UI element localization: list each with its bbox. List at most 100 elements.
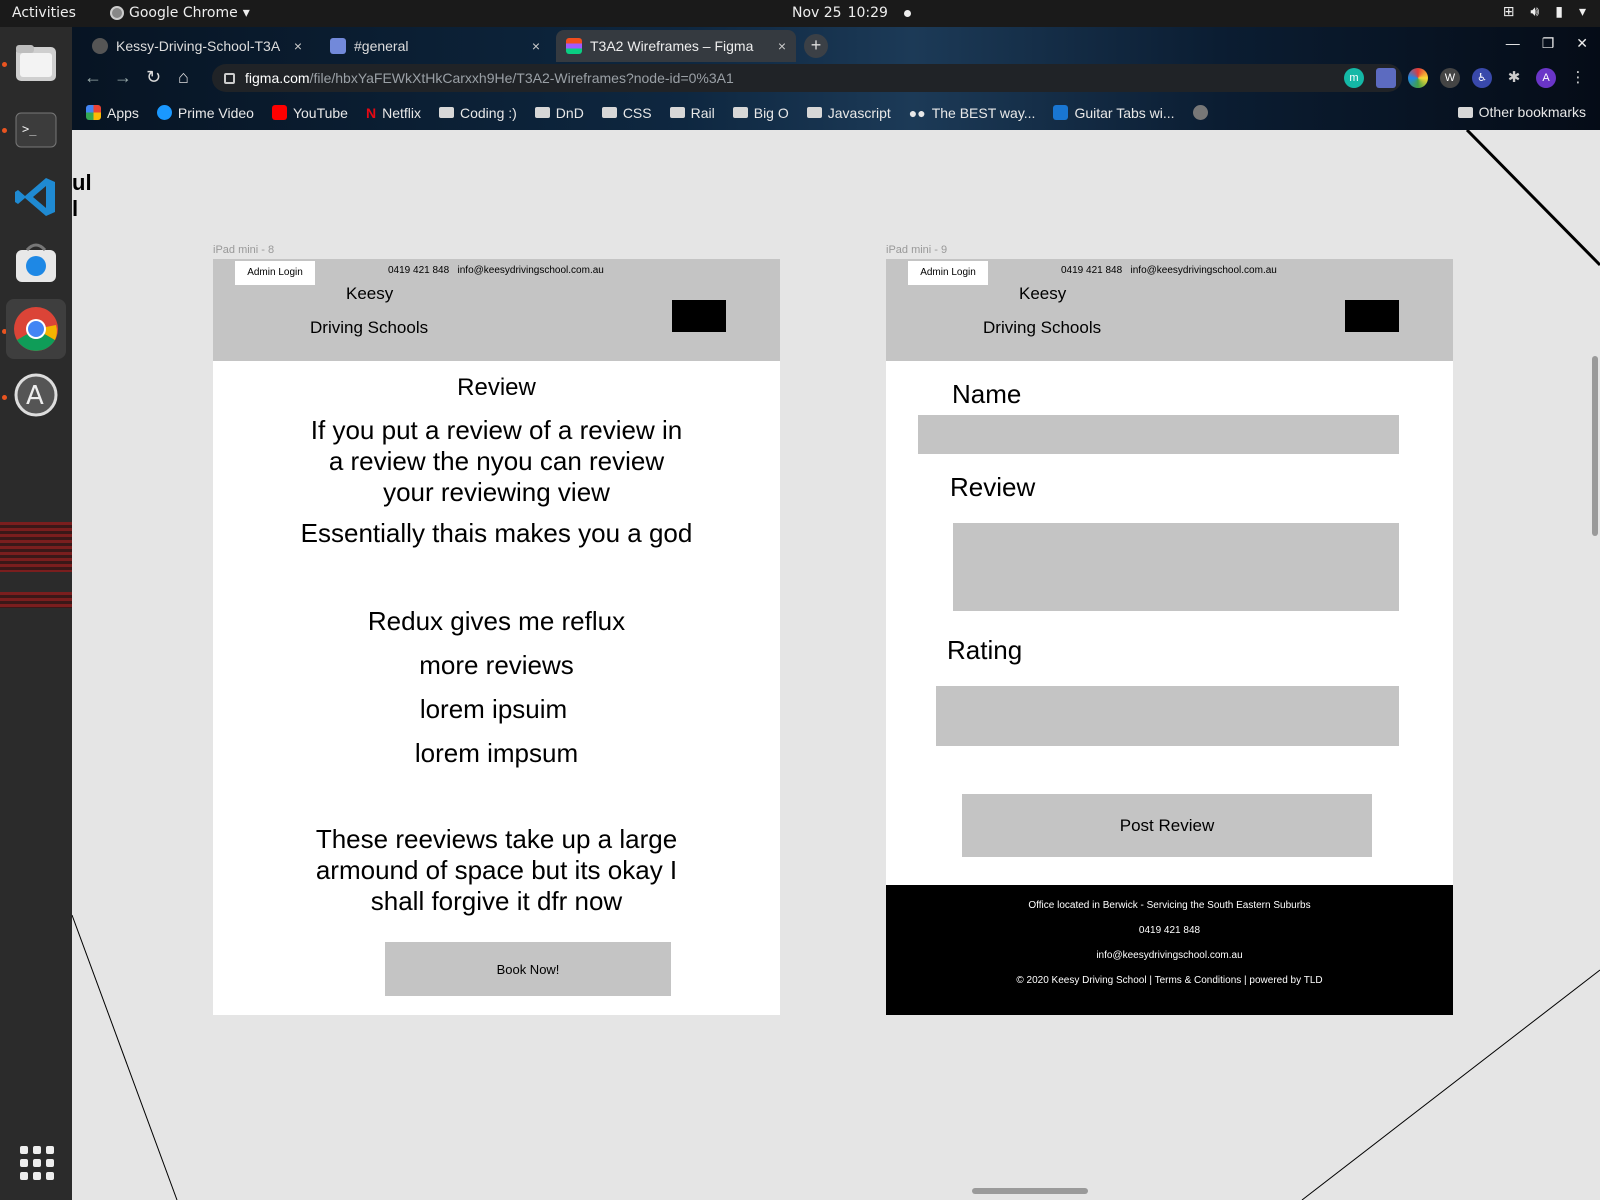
figma-canvas[interactable]: ul l iPad mini - 8 Admin Login 0419 421 8… (72, 130, 1600, 1200)
battery-icon: ▮ (1555, 4, 1563, 20)
site-header: Admin Login 0419 421 848 info@keesydrivi… (886, 259, 1453, 361)
notification-dot-icon (903, 9, 911, 17)
bookmark-folder-rail[interactable]: Rail (669, 105, 715, 121)
horizontal-scrollbar[interactable] (972, 1188, 1088, 1194)
wireframe-ipad-mini-8[interactable]: Admin Login 0419 421 848 info@keesydrivi… (213, 259, 780, 1015)
name-input[interactable] (918, 415, 1399, 454)
header-email: info@keesydrivingschool.com.au (1130, 265, 1277, 276)
accessibility-extension-icon[interactable]: ♿︎ (1472, 68, 1492, 88)
folder-icon (601, 107, 617, 118)
admin-login-button[interactable]: Admin Login (908, 261, 988, 285)
menu-placeholder[interactable] (672, 300, 726, 332)
bookmark-prime-video[interactable]: Prime Video (156, 104, 254, 121)
chrome-app-icon[interactable] (6, 299, 66, 359)
tab-github[interactable]: Kessy-Driving-School-T3A × (82, 30, 312, 62)
bookmark-guitar-tabs[interactable]: Guitar Tabs wi... (1053, 105, 1175, 121)
bookmark-folder-css[interactable]: CSS (601, 105, 652, 121)
bookmark-folder-javascript[interactable]: Javascript (806, 104, 891, 121)
review-text: Essentially thais makes you a god (300, 518, 693, 548)
footer-phone: 0419 421 848 (1138, 925, 1201, 936)
other-bookmarks[interactable]: Other bookmarks (1457, 104, 1586, 120)
post-review-button[interactable]: Post Review (962, 794, 1372, 857)
menu-kebab-icon[interactable]: ⋮ (1568, 68, 1588, 88)
discord-icon (330, 38, 346, 54)
extension-m-icon[interactable]: m (1344, 68, 1364, 88)
system-top-bar: Activities Google Chrome ▾ Nov 25 10:29 … (0, 0, 1600, 27)
vscode-app-icon[interactable] (6, 167, 66, 227)
show-applications-icon[interactable] (20, 1146, 54, 1180)
bookmark-folder-dnd[interactable]: DnD (534, 105, 584, 121)
activities-button[interactable]: Activities (12, 5, 76, 21)
header-phone: 0419 421 848 (388, 265, 450, 276)
clock-date: Nov 25 (792, 5, 842, 21)
dock-artifact (0, 522, 72, 572)
review-text: If you put a review of a review in a rev… (310, 415, 683, 507)
review-textarea[interactable] (953, 523, 1399, 611)
review-text: Redux gives me reflux (367, 606, 626, 636)
rating-input[interactable] (936, 686, 1399, 746)
clock[interactable]: Nov 25 10:29 (792, 5, 911, 21)
footer-email[interactable]: info@keesydrivingschool.com.au (886, 950, 1453, 961)
footer-copyright: © 2020 Keesy Driving School | Terms & Co… (1016, 975, 1323, 986)
frame-label[interactable]: iPad mini - 9 (886, 244, 947, 256)
bookmark-folder-big-o[interactable]: Big O (732, 105, 789, 121)
bookmark-folder-coding[interactable]: Coding :) (438, 105, 517, 121)
software-center-icon[interactable] (6, 233, 66, 293)
bookmark-best-way[interactable]: ●● The BEST way... (909, 105, 1036, 121)
terminal-app-icon[interactable]: >_ (6, 99, 66, 159)
globe-icon (1192, 105, 1208, 120)
review-label: Review (950, 472, 1036, 502)
wireframe-ipad-mini-9[interactable]: Admin Login 0419 421 848 info@keesydrivi… (886, 259, 1453, 1015)
close-window-icon[interactable]: ✕ (1576, 35, 1588, 52)
home-icon[interactable]: ⌂ (178, 67, 189, 88)
bookmark-youtube[interactable]: YouTube (271, 105, 348, 121)
volume-icon: 🔊︎ (1530, 4, 1540, 20)
extension-color-icon[interactable] (1408, 68, 1428, 88)
update-manager-icon[interactable]: A (6, 365, 66, 425)
system-tray[interactable]: ⊞ 🔊︎ ▮ ▾ (1503, 4, 1586, 20)
tab-title: #general (354, 38, 409, 54)
bookmark-label: Javascript (827, 104, 891, 121)
close-tab-icon[interactable]: × (294, 38, 302, 54)
bookmark-unnamed[interactable] (1192, 105, 1208, 120)
reload-icon[interactable]: ↻ (146, 67, 161, 88)
files-app-icon[interactable] (6, 33, 66, 93)
tab-discord[interactable]: #general × (320, 30, 550, 62)
site-footer: Office located in Berwick - Servicing th… (886, 885, 1453, 1015)
minimize-icon[interactable]: — (1506, 35, 1520, 52)
url-path: /file/hbxYaFEWkXtHkCarxxh9He/T3A2-Wirefr… (309, 70, 734, 86)
offscreen-text-fragment: ul l (72, 170, 92, 221)
folder-icon (669, 107, 685, 118)
brand-name-line2: Driving Schools (310, 318, 429, 337)
app-menu[interactable]: Google Chrome ▾ (110, 5, 250, 21)
bookmark-apps[interactable]: Apps (86, 105, 139, 121)
new-tab-button[interactable]: + (804, 34, 828, 58)
close-tab-icon[interactable]: × (532, 38, 540, 54)
extension-image-icon[interactable] (1376, 68, 1396, 88)
bookmark-netflix[interactable]: N Netflix (366, 105, 421, 121)
bookmark-label: Prime Video (177, 104, 254, 121)
tab-figma[interactable]: T3A2 Wireframes – Figma × (556, 30, 796, 62)
browser-toolbar: ← → ↻ ⌂ figma.com /file/hbxYaFEWkXtHkCar… (72, 63, 1600, 95)
back-icon[interactable]: ← (84, 67, 102, 88)
close-tab-icon[interactable]: × (778, 38, 786, 54)
restore-icon[interactable]: ❐ (1542, 35, 1555, 52)
footer-office: Office located in Berwick - Servicing th… (1028, 900, 1311, 911)
menu-placeholder[interactable] (1345, 300, 1399, 332)
address-bar[interactable]: figma.com /file/hbxYaFEWkXtHkCarxxh9He/T… (212, 64, 1402, 92)
extensions-area: m W ♿︎ ✱ A ⋮ (1344, 68, 1588, 88)
lock-icon (224, 72, 235, 84)
tab-strip: Kessy-Driving-School-T3A × #general × T3… (72, 27, 1600, 63)
review-text: lorem ipsuim (419, 694, 568, 724)
book-now-button[interactable]: Book Now! (385, 942, 671, 996)
vertical-scrollbar[interactable] (1592, 356, 1598, 536)
frame-label[interactable]: iPad mini - 8 (213, 244, 274, 256)
chevron-down-icon: ▾ (242, 5, 250, 21)
tab-title: Kessy-Driving-School-T3A (116, 38, 281, 54)
forward-icon[interactable]: → (114, 67, 132, 88)
extension-w-icon[interactable]: W (1440, 68, 1460, 88)
puzzle-extensions-icon[interactable]: ✱ (1504, 68, 1524, 88)
header-contact: 0419 421 848 info@keesydrivingschool.com… (1061, 265, 1277, 276)
admin-login-button[interactable]: Admin Login (235, 261, 315, 285)
profile-avatar[interactable]: A (1536, 68, 1556, 88)
